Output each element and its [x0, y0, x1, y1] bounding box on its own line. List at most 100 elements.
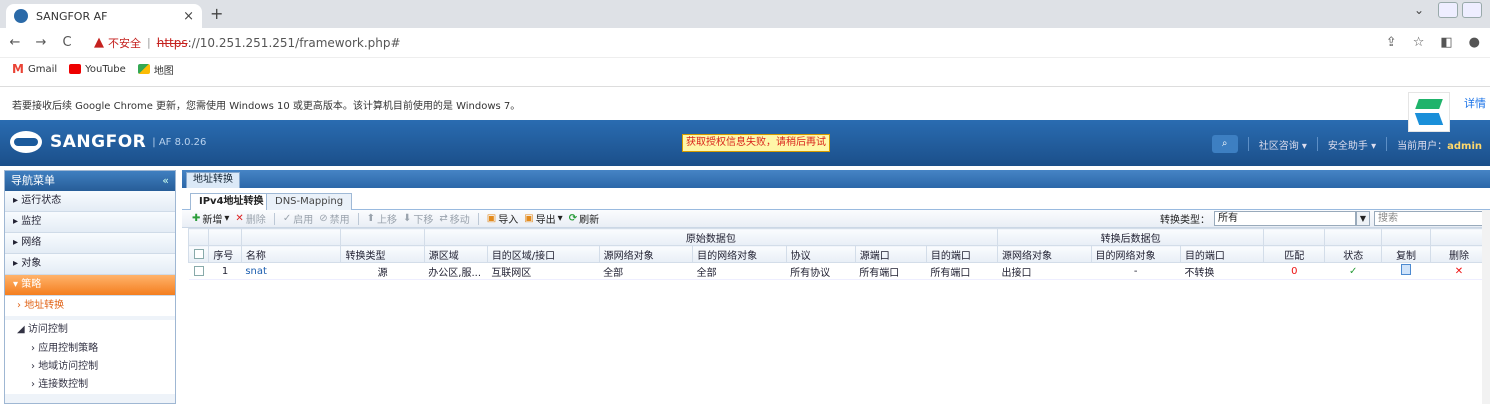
enable-button[interactable]: ✓ 启用	[283, 211, 313, 226]
browser-tabstrip: SANGFOR AF × + ⌄	[0, 0, 1490, 28]
row-checkbox[interactable]	[188, 262, 209, 280]
select-all-checkbox[interactable]	[187, 245, 210, 263]
sidebar-sub-conn-control[interactable]: › 连接数控制	[5, 376, 175, 394]
cell-copy[interactable]	[1381, 262, 1431, 280]
share-icon[interactable]: ⇪	[1386, 35, 1397, 50]
tab-search-chevron-icon[interactable]: ⌄	[1414, 3, 1424, 17]
type-select[interactable]: 所有	[1214, 211, 1356, 226]
sidebar-item-network[interactable]: ▸ 网络	[5, 233, 175, 254]
col-t-dst-port[interactable]: 目的端口	[1179, 245, 1265, 263]
cell-protocol: 所有协议	[786, 262, 856, 280]
chevron-down-icon[interactable]: ▼	[1356, 211, 1370, 226]
arrow-up-icon: ⬆	[366, 213, 375, 224]
col-t-dst-net[interactable]: 目的网络对象	[1090, 245, 1181, 263]
move-button[interactable]: ⇄ 移动	[439, 211, 469, 226]
community-menu[interactable]: 社区咨询 ▾	[1259, 137, 1307, 152]
cell-name-link[interactable]: snat	[241, 262, 341, 280]
reload-icon[interactable]: C	[56, 35, 78, 50]
group-original-packet: 原始数据包	[423, 228, 999, 246]
sidebar-title-text: 导航菜单	[11, 174, 55, 187]
export-icon: ▣	[524, 213, 534, 224]
col-match[interactable]: 匹配	[1263, 245, 1326, 263]
sidebar-item-monitor[interactable]: ▸ 监控	[5, 212, 175, 233]
back-icon[interactable]: ←	[4, 35, 26, 50]
current-user[interactable]: 当前用户：admin	[1397, 137, 1482, 152]
forward-icon[interactable]: →	[30, 35, 52, 50]
cell-src-zone: 办公区,服...	[424, 262, 488, 280]
tab-nat[interactable]: 地址转换	[186, 172, 240, 188]
header-divider	[1386, 137, 1388, 151]
sidebar-item-status[interactable]: ▸ 运行状态	[5, 191, 175, 212]
cell-match-count[interactable]: 0	[1263, 262, 1325, 280]
minimize-button[interactable]	[1438, 2, 1458, 18]
sidebar-collapse-icon[interactable]: «	[162, 171, 169, 191]
sidebar-item-objects[interactable]: ▸ 对象	[5, 254, 175, 275]
import-label: 导入	[498, 215, 519, 226]
bookmark-gmail[interactable]: M Gmail	[12, 62, 57, 76]
col-protocol[interactable]: 协议	[785, 245, 856, 263]
cell-t-dst-net: -	[1091, 262, 1181, 280]
move-icon: ⇄	[439, 213, 448, 224]
bookmark-youtube[interactable]: YouTube	[69, 64, 126, 75]
floating-assistant-icon[interactable]	[1408, 92, 1450, 132]
sidebar-group-label: 访问控制	[27, 324, 68, 335]
security-assistant-menu[interactable]: 安全助手 ▾	[1328, 137, 1376, 152]
col-status[interactable]: 状态	[1324, 245, 1383, 263]
subtab-dns-mapping[interactable]: DNS-Mapping	[266, 193, 353, 210]
checkbox-icon	[193, 248, 204, 259]
sidebar-item-policy[interactable]: ▾ 策略	[5, 275, 175, 296]
col-src-port[interactable]: 源端口	[854, 245, 927, 263]
refresh-button[interactable]: ⟳ 刷新	[569, 211, 599, 226]
type-filter: 转换类型： 所有 ▼ 搜索	[1160, 211, 1490, 226]
bookmark-label: 地图	[153, 65, 174, 77]
enable-label: 启用	[293, 215, 314, 226]
delete-button[interactable]: ✕ 删除	[235, 211, 265, 226]
add-button[interactable]: ✚ 新增 ▾	[192, 211, 229, 226]
side-panel-icon[interactable]: ◧	[1440, 35, 1452, 50]
bookmark-star-icon[interactable]: ☆	[1413, 35, 1425, 50]
vertical-scrollbar[interactable]	[1482, 210, 1490, 404]
bookmarks-bar: M Gmail YouTube 地图	[0, 58, 1490, 80]
sidebar-sub-app-control[interactable]: › 应用控制策略	[5, 340, 175, 358]
bookmark-maps[interactable]: 地图	[137, 62, 174, 77]
browser-tab[interactable]: SANGFOR AF ×	[6, 4, 202, 28]
col-type[interactable]: 转换类型	[340, 245, 425, 263]
col-dst-zone[interactable]: 目的区域/接口	[486, 245, 600, 263]
filter-label: 转换类型：	[1160, 215, 1210, 226]
disable-button[interactable]: ⊘ 禁用	[319, 211, 349, 226]
sidebar-sub-nat[interactable]: › 地址转换	[5, 296, 175, 316]
cell-src-port: 所有端口	[855, 262, 927, 280]
move-down-button[interactable]: ⬇ 下移	[403, 211, 433, 226]
export-button[interactable]: ▣ 导出 ▾	[524, 211, 562, 226]
sidebar-sub-geo-control[interactable]: › 地域访问控制	[5, 358, 175, 376]
col-dst-net[interactable]: 目的网络对象	[692, 245, 787, 263]
subtab-ipv4-nat[interactable]: IPv4地址转换	[190, 193, 273, 210]
new-tab-button[interactable]: +	[210, 4, 223, 23]
tab-close-icon[interactable]: ×	[183, 9, 194, 24]
url-field[interactable]: https://10.251.251.251/framework.php#	[157, 36, 401, 50]
cell-status[interactable]: ✓	[1324, 262, 1382, 280]
move-up-button[interactable]: ⬆ 上移	[367, 211, 397, 226]
infobar-detail-link[interactable]: 详情	[1464, 95, 1486, 111]
cell-dst-net: 全部	[692, 262, 787, 280]
import-button[interactable]: ▣ 导入	[487, 211, 518, 226]
col-name[interactable]: 名称	[240, 245, 342, 263]
header-search-icon[interactable]: ⌕	[1211, 135, 1238, 153]
tab-title: SANGFOR AF	[36, 9, 108, 23]
search-input[interactable]: 搜索	[1374, 211, 1490, 226]
address-bar: ← → C ▲ 不安全 | https://10.251.251.251/fra…	[0, 28, 1490, 58]
cell-delete[interactable]: ✕	[1430, 262, 1488, 280]
sidebar-group-access-control[interactable]: ◢ 访问控制	[5, 320, 175, 340]
header-actions: ⌕ 社区咨询 ▾ 安全助手 ▾ 当前用户：admin	[1211, 135, 1482, 153]
check-icon: ✓	[1349, 265, 1358, 277]
table-row[interactable]: 1 snat 源 办公区,服... 互联网区 全部 全部 所有协议 所有端口 所…	[188, 262, 1488, 280]
current-user-name: admin	[1447, 140, 1482, 152]
col-src-net[interactable]: 源网络对象	[598, 245, 694, 263]
gmail-icon: M	[12, 62, 24, 76]
insecure-label[interactable]: 不安全	[108, 35, 141, 51]
col-t-src-net[interactable]: 源网络对象	[997, 245, 1092, 263]
col-dst-port[interactable]: 目的端口	[925, 245, 999, 263]
restore-button[interactable]	[1462, 2, 1482, 18]
col-src-zone[interactable]: 源区域	[423, 245, 488, 263]
profile-icon[interactable]: ●	[1469, 35, 1480, 50]
